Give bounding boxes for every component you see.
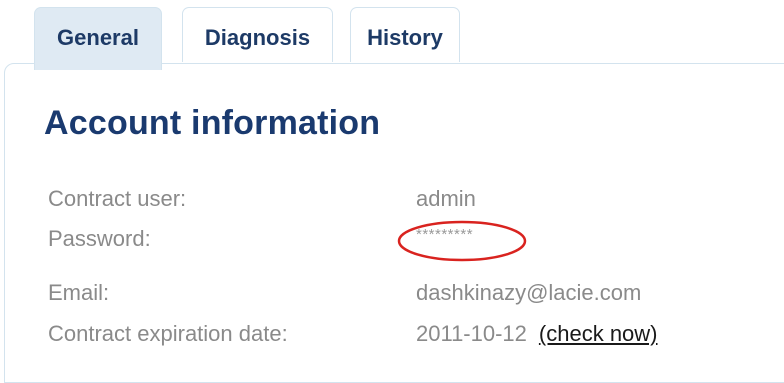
tab-diagnosis-label: Diagnosis xyxy=(204,25,311,50)
password-label: Password: xyxy=(48,226,151,251)
section-title: Account information xyxy=(44,104,381,142)
password-value-wrap: ********* xyxy=(416,226,473,252)
expiration-label: Contract expiration date: xyxy=(48,321,288,346)
email-value: dashkinazy@lacie.com xyxy=(416,280,642,305)
check-now-link[interactable]: (check now) xyxy=(539,321,658,346)
tab-history[interactable]: History xyxy=(350,7,460,62)
tab-general-label: General xyxy=(57,25,139,50)
password-value: ********* xyxy=(416,226,474,243)
email-label: Email: xyxy=(48,280,110,305)
expiration-value-wrap: 2011-10-12 (check now) xyxy=(416,321,658,347)
contract-user-value: admin xyxy=(416,186,476,211)
expiration-value: 2011-10-12 xyxy=(416,321,527,346)
contract-user-label: Contract user: xyxy=(48,186,187,211)
tab-history-label: History xyxy=(367,25,443,50)
tab-general[interactable]: General xyxy=(34,7,162,70)
tab-bar: General Diagnosis History xyxy=(0,0,784,70)
tab-diagnosis[interactable]: Diagnosis xyxy=(182,7,333,62)
